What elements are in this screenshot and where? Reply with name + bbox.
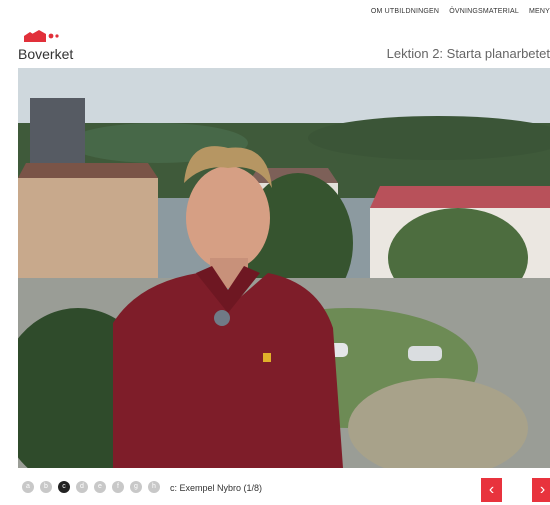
chapter-dot-h[interactable]: h: [148, 481, 160, 493]
chapter-dot-d[interactable]: d: [76, 481, 88, 493]
chapter-dot-c[interactable]: c: [58, 481, 70, 493]
next-button[interactable]: ›: [532, 478, 550, 502]
chapter-dot-e[interactable]: e: [94, 481, 106, 493]
chapter-label: c: Exempel Nybro (1/8): [170, 483, 263, 493]
lesson-title: Lektion 2: Starta planarbetet: [386, 46, 550, 61]
chapter-dot-f[interactable]: f: [112, 481, 124, 493]
chevron-left-icon: ‹: [488, 481, 495, 498]
chevron-right-icon: ›: [539, 481, 546, 498]
nav-link-exercises[interactable]: ÖVNINGSMATERIAL: [449, 8, 519, 22]
chapter-dot-g[interactable]: g: [130, 481, 142, 493]
nav-link-menu[interactable]: MENY: [529, 8, 550, 22]
chapter-pager: abcdefgh: [22, 481, 160, 493]
video-player[interactable]: [18, 68, 550, 468]
boverket-logo[interactable]: Boverket: [18, 28, 78, 62]
top-navigation: OM UTBILDNINGEN ÖVNINGSMATERIAL MENY: [371, 8, 550, 22]
video-frame: [18, 68, 550, 468]
nav-link-about[interactable]: OM UTBILDNINGEN: [371, 8, 439, 22]
chapter-dot-b[interactable]: b: [40, 481, 52, 493]
boverket-logo-icon: [24, 30, 59, 42]
prev-button[interactable]: ‹: [481, 478, 502, 502]
logo-text: Boverket: [18, 46, 74, 62]
chapter-dot-a[interactable]: a: [22, 481, 34, 493]
lesson-footer: abcdefgh c: Exempel Nybro (1/8) ‹ ›: [0, 468, 550, 505]
